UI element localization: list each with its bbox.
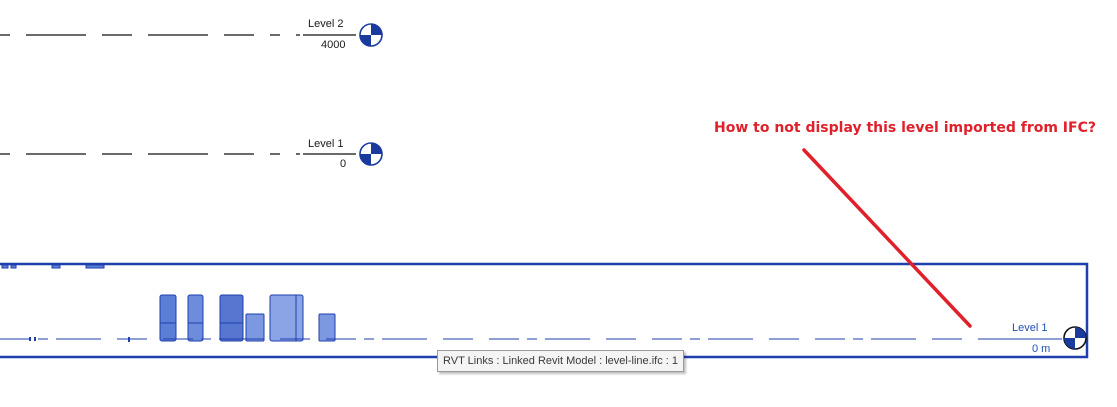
drawing-canvas[interactable]: Level 2 4000 Level 1 0 Level 1 0 m How t… [0,0,1117,407]
annotation-text: How to not display this level imported f… [714,120,1096,136]
level-2-elevation[interactable]: 4000 [321,39,345,51]
level-1-head-icon[interactable] [359,142,383,166]
linked-element[interactable] [187,294,204,342]
linked-element[interactable] [219,294,244,342]
annotation-arrow [802,148,972,328]
linked-level-elevation[interactable]: 0 m [1032,343,1050,355]
linked-model-elements[interactable] [159,294,336,342]
linked-model-top-fragments [1,264,105,269]
linked-element[interactable] [269,294,304,342]
level-1-elevation[interactable]: 0 [340,158,346,170]
linked-element[interactable] [245,313,265,342]
linked-level-head-icon[interactable] [1063,326,1087,350]
level-1-name[interactable]: Level 1 [308,138,343,150]
drawing-graphics [0,23,1089,359]
linked-element[interactable] [159,294,177,342]
element-tooltip: RVT Links : Linked Revit Model : level-l… [437,350,684,372]
linked-level-name[interactable]: Level 1 [1012,322,1047,334]
linked-element[interactable] [318,313,336,342]
level-2-name[interactable]: Level 2 [308,18,343,30]
linked-level-line[interactable] [0,337,1062,342]
level-2-head-icon[interactable] [359,23,383,47]
